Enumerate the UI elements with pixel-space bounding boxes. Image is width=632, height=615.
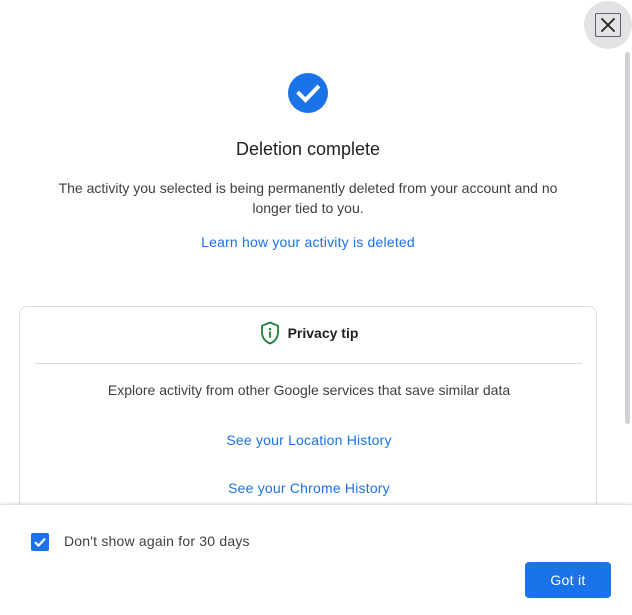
privacy-tip-title: Privacy tip xyxy=(287,325,359,341)
got-it-button[interactable]: Got it xyxy=(525,562,611,598)
dont-show-again-checkbox[interactable] xyxy=(31,533,49,551)
scrollbar-thumb[interactable] xyxy=(625,52,630,424)
close-icon xyxy=(601,18,615,32)
deletion-complete-dialog: Deletion complete The activity you selec… xyxy=(0,0,632,615)
check-circle-icon xyxy=(288,73,328,113)
privacy-tip-explore-text: Explore activity from other Google servi… xyxy=(107,382,511,398)
dialog-footer: Don't show again for 30 days Got it xyxy=(0,505,632,615)
shield-info-icon xyxy=(260,321,279,345)
checkmark-icon xyxy=(34,537,46,548)
chrome-history-link[interactable]: See your Chrome History xyxy=(20,480,598,496)
close-icon-frame xyxy=(595,13,621,37)
close-button[interactable] xyxy=(584,1,632,49)
learn-how-deleted-link[interactable]: Learn how your activity is deleted xyxy=(0,234,616,250)
dialog-title: Deletion complete xyxy=(235,139,381,159)
divider xyxy=(35,363,582,364)
dont-show-again-label: Don't show again for 30 days xyxy=(64,533,250,549)
privacy-tip-header: Privacy tip xyxy=(20,321,598,345)
dialog-description: The activity you selected is being perma… xyxy=(58,180,558,216)
location-history-link[interactable]: See your Location History xyxy=(20,432,598,448)
